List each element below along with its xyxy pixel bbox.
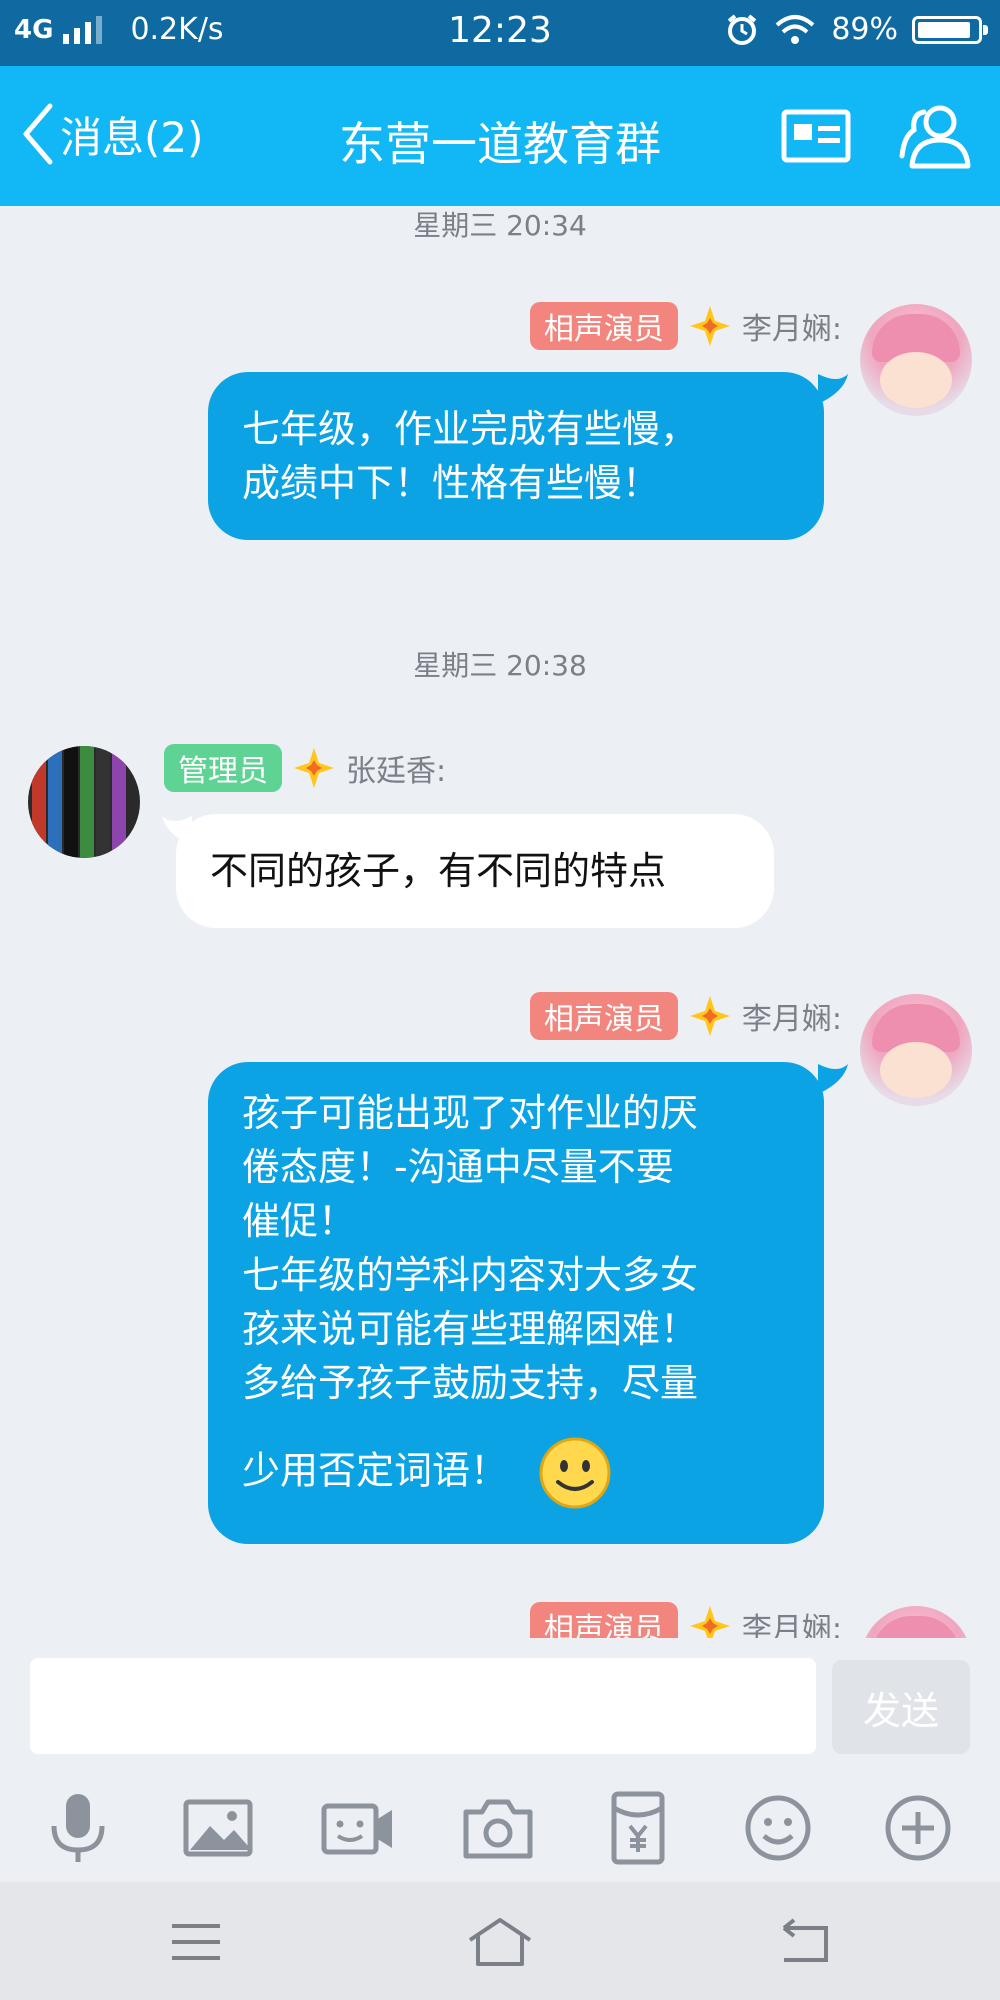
system-nav-bar <box>0 1882 1000 2000</box>
message-line: 倦态度！-沟通中尽量不要 <box>242 1145 674 1189</box>
message-line: 不同的孩子，有不同的特点 <box>210 849 667 893</box>
microphone-icon[interactable] <box>38 1788 118 1868</box>
message-header: 相声演员 李月娴: <box>529 992 842 1040</box>
title-badge: 相声演员 <box>529 1602 678 1638</box>
bubble-tail <box>818 374 848 404</box>
sender-name: 李月娴: <box>741 1002 842 1037</box>
input-toolbar <box>0 1788 1000 1868</box>
image-icon[interactable] <box>178 1788 258 1868</box>
profile-card-icon[interactable] <box>778 100 854 172</box>
title-badge: 相声演员 <box>529 302 678 350</box>
message-header: 相声演员 李月娴: <box>529 302 842 350</box>
send-button[interactable]: 发送 <box>832 1660 970 1754</box>
status-right: 89% <box>725 12 988 47</box>
sender-name: 李月娴: <box>741 312 842 347</box>
message-line: 孩来说可能有些理解困难！ <box>242 1307 699 1351</box>
battery-icon <box>912 15 988 44</box>
group-members-icon[interactable] <box>898 100 974 172</box>
timestamp: 星期三 20:34 <box>413 209 587 242</box>
menu-icon[interactable] <box>156 1912 236 1972</box>
bubble-tail <box>162 816 192 846</box>
sender-name: 张廷香: <box>346 754 447 789</box>
message-line: 少用否定词语！ <box>242 1448 509 1493</box>
bubble-tail <box>818 1064 848 1094</box>
battery-percent: 89% <box>831 12 898 47</box>
emoji-icon[interactable] <box>738 1788 818 1868</box>
star-icon <box>689 306 730 346</box>
input-area: 发送 <box>0 1638 1000 1882</box>
message-bubble[interactable]: 不同的孩子，有不同的特点 <box>176 814 774 928</box>
home-icon[interactable] <box>460 1912 540 1972</box>
alarm-icon <box>728 13 757 45</box>
video-call-icon[interactable] <box>318 1788 398 1868</box>
star-icon <box>294 748 334 788</box>
title-badge: 相声演员 <box>529 992 678 1040</box>
sender-name: 李月娴: <box>741 1612 842 1638</box>
plus-icon[interactable] <box>878 1788 958 1868</box>
message-header: 相声演员 李月娴: <box>529 1602 842 1638</box>
timestamp: 星期三 20:38 <box>413 649 587 682</box>
star-icon <box>689 1606 730 1638</box>
message-line: 七年级的学科内容对大多女 <box>242 1253 699 1297</box>
star-icon <box>689 996 730 1036</box>
status-bar: 4G 0.2K/s 12:23 89% <box>0 0 1000 66</box>
camera-icon[interactable] <box>458 1788 538 1868</box>
battery-fill <box>918 21 970 38</box>
avatar[interactable] <box>860 1606 972 1638</box>
message-last-line: 少用否定词语！ <box>242 1436 790 1510</box>
back-icon[interactable] <box>764 1912 844 1972</box>
message-bubble[interactable]: 七年级，作业完成有些慢， 成绩中下！性格有些慢！ <box>208 372 824 540</box>
message-header: 管理员 张廷香: <box>164 744 446 792</box>
message-line: 催促！ <box>242 1199 357 1243</box>
smile-emoji-icon <box>539 1437 611 1509</box>
message-bubble[interactable]: 孩子可能出现了对作业的厌 倦态度！-沟通中尽量不要 催促！ 七年级的学科内容对大… <box>208 1062 824 1544</box>
red-envelope-icon[interactable] <box>598 1788 678 1868</box>
wifi-icon <box>775 14 815 44</box>
avatar[interactable] <box>860 994 972 1106</box>
message-line: 成绩中下！性格有些慢！ <box>242 461 661 505</box>
message-line: 七年级，作业完成有些慢， <box>242 407 699 451</box>
message-line: 孩子可能出现了对作业的厌 <box>242 1091 699 1135</box>
avatar[interactable] <box>860 304 972 416</box>
title-bar: 消息(2) 东营一道教育群 <box>0 66 1000 206</box>
avatar[interactable] <box>28 746 140 858</box>
message-line: 多给予孩子鼓励支持，尽量 <box>242 1361 699 1405</box>
chat-area[interactable]: 星期三 20:34 相声演员 李月娴: 七年级，作业完成有些慢， 成绩中下！性格… <box>0 206 1000 1638</box>
title-badge: 管理员 <box>164 744 282 792</box>
message-input[interactable] <box>30 1658 816 1754</box>
